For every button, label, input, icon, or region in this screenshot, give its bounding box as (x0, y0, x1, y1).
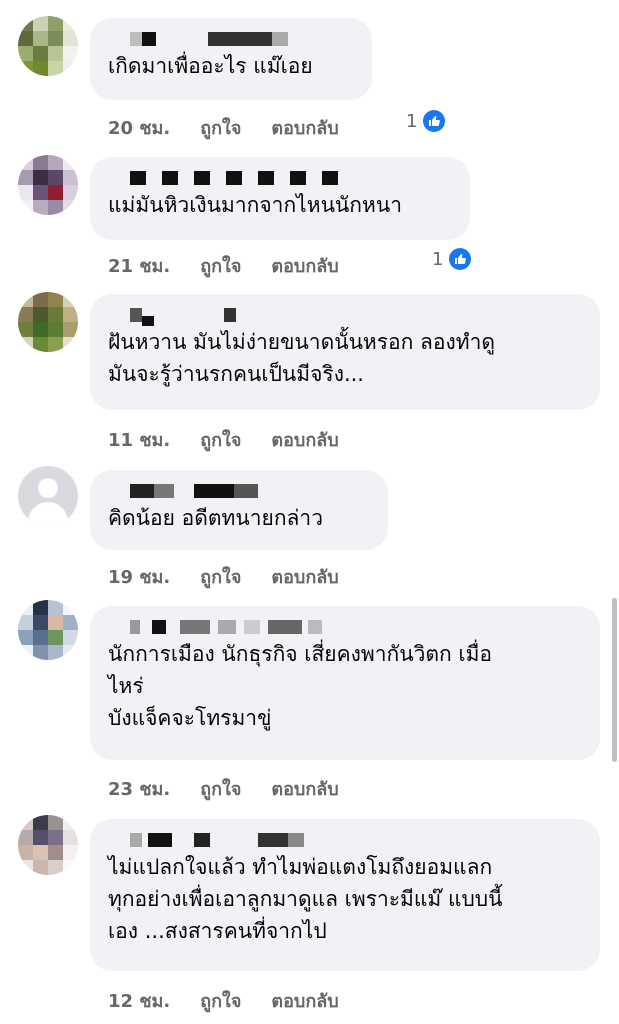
comment-text: คิดน้อย อดีตทนายกล่าว (108, 506, 323, 530)
comment-actions: 20 ชม. ถูกใจ ตอบกลับ (108, 113, 339, 142)
comment-text: เกิดมาเพื่ออะไร แม๊เอย (108, 54, 313, 78)
comment-bubble: คิดน้อย อดีตทนายกล่าว (90, 470, 388, 550)
comment-actions: 21 ชม. ถูกใจ ตอบกลับ (108, 251, 339, 280)
comment-bubble: แม่มันหิวเงินมากจากไหนนักหนา (90, 157, 470, 240)
reply-button[interactable]: ตอบกลับ (271, 562, 338, 591)
comment-text: นักการเมือง นักธุรกิจ เสี่ยคงพากันวิตก เ… (108, 642, 493, 730)
comment-time[interactable]: 21 ชม. (108, 251, 170, 280)
reply-button[interactable]: ตอบกลับ (271, 113, 338, 142)
redacted-username[interactable] (108, 829, 582, 851)
redacted-username[interactable] (108, 167, 452, 189)
reaction-count[interactable]: 1 (406, 110, 446, 132)
redacted-username[interactable] (108, 28, 354, 50)
comment-time[interactable]: 20 ชม. (108, 113, 170, 142)
avatar[interactable] (18, 600, 78, 660)
avatar[interactable] (18, 16, 78, 76)
comment-bubble: เกิดมาเพื่ออะไร แม๊เอย (90, 18, 372, 100)
reaction-number: 1 (406, 110, 418, 132)
like-button[interactable]: ถูกใจ (200, 986, 241, 1015)
redacted-username[interactable] (108, 480, 370, 502)
like-button[interactable]: ถูกใจ (200, 425, 241, 454)
redacted-username[interactable] (108, 304, 582, 326)
reply-button[interactable]: ตอบกลับ (271, 425, 338, 454)
comment-text: ไม่แปลกใจแล้ว ทำไมพ่อแตงโมถึงยอมแลก ทุกอ… (108, 855, 503, 943)
avatar[interactable] (18, 815, 78, 875)
reply-button[interactable]: ตอบกลับ (271, 251, 338, 280)
comment-text: แม่มันหิวเงินมากจากไหนนักหนา (108, 193, 402, 217)
reply-button[interactable]: ตอบกลับ (271, 774, 338, 803)
redacted-username[interactable] (108, 616, 582, 638)
comment-text: ฝันหวาน มันไม่ง่ายขนาดนั้นหรอก ลองทำดู ม… (108, 330, 496, 386)
reply-button[interactable]: ตอบกลับ (271, 986, 338, 1015)
comment-bubble: นักการเมือง นักธุรกิจ เสี่ยคงพากันวิตก เ… (90, 606, 600, 760)
comment-bubble: ไม่แปลกใจแล้ว ทำไมพ่อแตงโมถึงยอมแลก ทุกอ… (90, 819, 600, 971)
comment-actions: 11 ชม. ถูกใจ ตอบกลับ (108, 425, 339, 454)
avatar[interactable] (18, 292, 78, 352)
like-button[interactable]: ถูกใจ (200, 251, 241, 280)
comment-time[interactable]: 19 ชม. (108, 562, 170, 591)
reaction-number: 1 (432, 248, 444, 270)
comment-time[interactable]: 23 ชม. (108, 774, 170, 803)
default-avatar-icon[interactable] (18, 466, 78, 526)
scrollbar[interactable] (612, 598, 617, 762)
comment-actions: 23 ชม. ถูกใจ ตอบกลับ (108, 774, 339, 803)
comment-bubble: ฝันหวาน มันไม่ง่ายขนาดนั้นหรอก ลองทำดู ม… (90, 294, 600, 410)
comment-actions: 19 ชม. ถูกใจ ตอบกลับ (108, 562, 339, 591)
comment-actions: 12 ชม. ถูกใจ ตอบกลับ (108, 986, 339, 1015)
avatar[interactable] (18, 155, 78, 215)
thumbs-up-icon (423, 110, 446, 132)
reaction-count[interactable]: 1 (432, 248, 472, 270)
like-button[interactable]: ถูกใจ (200, 113, 241, 142)
like-button[interactable]: ถูกใจ (200, 562, 241, 591)
thumbs-up-icon (449, 248, 472, 270)
comment-time[interactable]: 12 ชม. (108, 986, 170, 1015)
comment-time[interactable]: 11 ชม. (108, 425, 170, 454)
like-button[interactable]: ถูกใจ (200, 774, 241, 803)
